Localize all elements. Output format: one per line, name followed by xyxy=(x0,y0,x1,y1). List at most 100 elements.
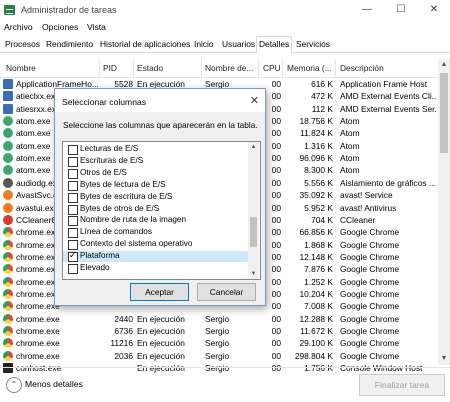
column-divider[interactable] xyxy=(258,59,259,77)
audio-icon xyxy=(3,177,13,188)
chrome-icon xyxy=(3,288,13,299)
cell-desc: Google Chrome xyxy=(340,350,400,361)
column-option-checkbox[interactable] xyxy=(68,180,78,191)
column-option-checkbox[interactable] xyxy=(68,240,78,251)
column-header-user[interactable]: Nombre de... xyxy=(205,63,253,73)
column-header-description[interactable]: Descripción xyxy=(340,63,384,73)
tab-servicios[interactable]: Servicios xyxy=(294,38,332,51)
cell-name: chrome.exe xyxy=(16,326,60,336)
column-option-label: Línea de comandos xyxy=(80,227,152,237)
column-option[interactable]: Elevado xyxy=(63,263,248,274)
column-header-pid[interactable]: PID xyxy=(103,63,117,73)
cell-mem: 11.672 K xyxy=(300,326,333,336)
tab-detalles[interactable]: Detalles xyxy=(256,36,293,54)
column-option-label: Plataforma xyxy=(80,251,120,261)
column-option-checkbox[interactable] xyxy=(68,264,78,274)
column-header-name[interactable]: Nombre xyxy=(6,63,36,73)
columns-listbox[interactable]: ▲ ▼ Lecturas de E/S Escrituras de E/S Otro… xyxy=(62,141,261,280)
listbox-scroll-down-icon[interactable]: ▼ xyxy=(248,269,259,279)
column-option[interactable]: Otros de E/S xyxy=(63,168,248,179)
column-option-checkbox[interactable] xyxy=(68,250,78,263)
column-divider[interactable] xyxy=(201,59,202,77)
column-header-state[interactable]: Estado xyxy=(137,63,163,73)
tab-procesos[interactable]: Procesos xyxy=(3,38,42,51)
cell-pid: 6736 xyxy=(114,326,133,336)
column-header-memory[interactable]: Memoria (... xyxy=(287,63,332,73)
column-option[interactable]: Lecturas de E/S xyxy=(63,144,248,155)
table-row[interactable]: chrome.exe 2440 En ejecución Sergio 00 12.288… xyxy=(0,313,438,326)
end-task-button[interactable]: Finalizar tarea xyxy=(359,374,445,396)
listbox-scrollbar-thumb[interactable] xyxy=(250,217,257,247)
column-divider[interactable] xyxy=(335,59,336,77)
column-option-checkbox[interactable] xyxy=(68,192,78,203)
listbox-scrollbar[interactable]: ▲ ▼ xyxy=(248,142,259,279)
chevron-up-icon[interactable]: ⌃ xyxy=(6,377,22,393)
scroll-up-arrow-icon[interactable]: ▲ xyxy=(438,59,450,71)
chrome-icon xyxy=(3,276,13,287)
tab-usuarios[interactable]: Usuarios xyxy=(220,38,257,51)
window-title: Administrador de tareas xyxy=(21,5,117,15)
column-option[interactable]: Nombre de ruta de la imagen xyxy=(63,215,248,227)
cell-desc: Atom xyxy=(340,116,360,127)
column-option-checkbox[interactable] xyxy=(68,156,78,167)
table-row[interactable]: chrome.exe 11216 En ejecución Sergio 00 29.10… xyxy=(0,337,438,350)
cancel-button[interactable]: Cancelar xyxy=(197,283,256,301)
table-scrollbar[interactable]: ▲ ▼ xyxy=(438,59,450,365)
column-option[interactable]: Contexto del sistema operativo xyxy=(63,239,248,251)
column-option-label: Bytes de escritura de E/S xyxy=(80,191,173,201)
column-option-label: Lecturas de E/S xyxy=(80,144,139,153)
cell-mem: 12.148 K xyxy=(299,251,333,262)
menu-vista[interactable]: Vista xyxy=(87,22,106,32)
atom-icon xyxy=(3,140,13,151)
cell-pid: 2440 xyxy=(114,313,133,324)
table-row[interactable]: chrome.exe 6736 En ejecución Sergio 00 11.672… xyxy=(0,325,438,338)
menu-archivo[interactable]: Archivo xyxy=(4,22,33,32)
column-option[interactable]: Escrituras de E/S xyxy=(63,156,248,167)
cell-mem: 7.876 K xyxy=(304,264,333,275)
column-option[interactable]: Bytes de escritura de E/S xyxy=(63,192,248,203)
maximize-button[interactable]: ☐ xyxy=(389,2,413,18)
chrome-icon xyxy=(3,227,13,238)
cell-mem: 66.856 K xyxy=(299,227,333,238)
column-option-checkbox[interactable] xyxy=(68,145,78,155)
accept-button[interactable]: Aceptar xyxy=(130,283,189,301)
column-option-checkbox[interactable] xyxy=(68,204,78,215)
less-details-link[interactable]: Menos detalles xyxy=(25,379,83,389)
column-option[interactable]: Bytes de otros de E/S xyxy=(63,204,248,215)
chrome-icon xyxy=(3,251,13,262)
cell-name: chrome.exe xyxy=(16,313,60,324)
tab-rendimiento[interactable]: Rendimiento xyxy=(44,38,95,51)
cell-mem: 8.300 K xyxy=(304,165,333,176)
column-option-checkbox[interactable] xyxy=(68,216,78,227)
column-option[interactable]: Bytes de lectura de E/S xyxy=(63,180,248,191)
cell-pid: 11216 xyxy=(110,338,133,349)
tab-inicio[interactable]: Inicio xyxy=(192,38,216,51)
column-option-checkbox[interactable] xyxy=(68,228,78,239)
table-row[interactable]: chrome.exe 2036 En ejecución Sergio 00 298.80… xyxy=(0,350,438,363)
cell-pid: 2036 xyxy=(114,350,133,361)
menu-opciones[interactable]: Opciones xyxy=(42,22,78,32)
cell-mem: 12.288 K xyxy=(299,313,333,324)
cell-mem: 1.316 K xyxy=(304,140,333,151)
listbox-scroll-up-icon[interactable]: ▲ xyxy=(248,142,259,152)
minimize-button[interactable]: — xyxy=(355,2,379,18)
column-header-cpu[interactable]: CPU xyxy=(263,63,281,73)
column-option[interactable]: Plataforma xyxy=(63,250,248,263)
dialog-close-button[interactable]: ✕ xyxy=(250,94,259,107)
cell-mem: 18.756 K xyxy=(299,116,333,127)
cell-cpu: 00 xyxy=(271,350,281,361)
cell-desc: avast! Service xyxy=(340,190,393,201)
scroll-down-arrow-icon[interactable]: ▼ xyxy=(438,353,450,365)
cell-desc: Google Chrome xyxy=(340,264,400,275)
amd-icon xyxy=(3,91,13,102)
scrollbar-thumb[interactable] xyxy=(440,73,448,153)
column-option-checkbox[interactable] xyxy=(68,168,78,179)
tab-historial[interactable]: Historial de aplicaciones xyxy=(98,38,192,51)
cell-mem: 298.804 K xyxy=(294,350,333,361)
column-divider[interactable] xyxy=(282,59,283,77)
close-button[interactable]: ✕ xyxy=(422,2,446,18)
column-option[interactable]: Línea de comandos xyxy=(63,227,248,239)
column-divider[interactable] xyxy=(133,59,134,77)
cell-user: Sergio xyxy=(205,326,230,336)
column-divider[interactable] xyxy=(99,59,100,77)
